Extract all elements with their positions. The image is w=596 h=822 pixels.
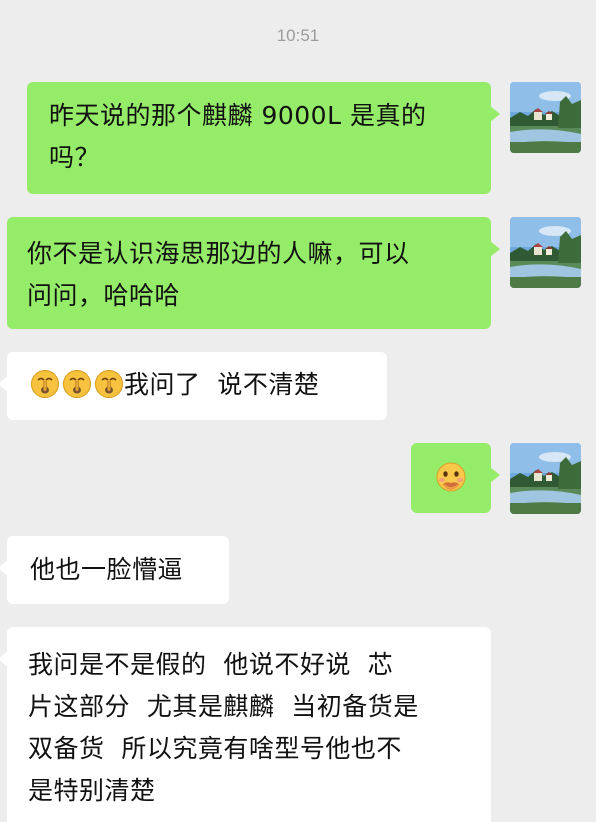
chat-timestamp: 10:51 <box>276 26 320 45</box>
message-text-line: 昨天说的那个麒麟 9000L 是真的 <box>49 101 427 130</box>
message-bubble-sent[interactable] <box>411 443 500 513</box>
my-avatar[interactable] <box>510 82 581 153</box>
message-text-line: 我问是不是假的 他说不好说 芯 <box>28 650 394 679</box>
message-text-line: 是特别清楚 <box>28 776 156 805</box>
message-text-line: 问问，哈哈哈 <box>27 281 181 310</box>
message-text-line: 你不是认识海思那边的人嘛，可以 <box>27 239 410 268</box>
message-text-line: 片这部分 尤其是麒麟 当初备货是 <box>28 692 419 721</box>
shh-emoji-icon <box>30 369 60 399</box>
face-with-hand-emoji-icon <box>434 461 468 495</box>
message-text-line: 双备货 所以究竟有啥型号他也不 <box>28 734 402 763</box>
message-text-line: 吗？ <box>49 143 101 172</box>
message-text: 他也一脸懵逼 <box>30 555 184 584</box>
message-bubble-sent[interactable]: 昨天说的那个麒麟 9000L 是真的 吗？ <box>27 82 500 194</box>
message-bubble-received[interactable]: 他也一脸懵逼 <box>0 536 229 604</box>
message-text: 我问了 说不清楚 <box>124 370 320 399</box>
message-bubble-received[interactable]: 我问了 说不清楚 <box>0 352 387 420</box>
shh-emoji-icon <box>62 369 92 399</box>
shh-emoji-icon <box>94 369 124 399</box>
my-avatar[interactable] <box>510 443 581 514</box>
message-bubble-sent[interactable]: 你不是认识海思那边的人嘛，可以 问问，哈哈哈 <box>7 217 500 329</box>
my-avatar[interactable] <box>510 217 581 288</box>
message-bubble-received[interactable]: 我问是不是假的 他说不好说 芯 片这部分 尤其是麒麟 当初备货是 双备货 所以究… <box>0 627 491 822</box>
